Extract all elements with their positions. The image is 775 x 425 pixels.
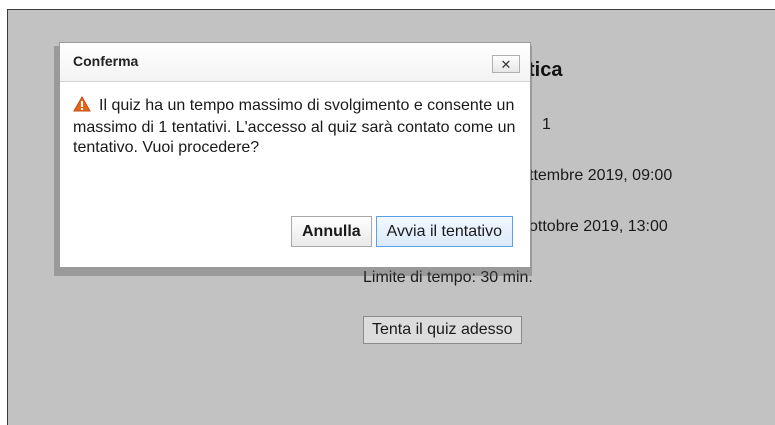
dialog-message-area: Il quiz ha un tempo massimo di svolgimen… <box>73 95 519 158</box>
confirm-dialog: Conferma ✕ Il quiz ha un tempo massimo d… <box>59 42 531 268</box>
close-button[interactable]: ✕ <box>492 55 520 73</box>
dialog-title: Conferma <box>73 53 139 69</box>
dialog-button-row: Annulla Avvia il tentativo <box>291 216 513 247</box>
quiz-title: tica <box>528 59 563 81</box>
start-attempt-button[interactable]: Avvia il tentativo <box>375 216 513 247</box>
quiz-close-date-text: ottobre 2019, 13:00 <box>529 218 668 235</box>
close-icon: ✕ <box>500 56 512 72</box>
attempts-allowed-text: 1 <box>542 116 551 133</box>
dialog-header: Conferma ✕ <box>60 43 530 82</box>
warning-icon <box>73 95 91 118</box>
attempt-quiz-button[interactable]: Tenta il quiz adesso <box>363 316 522 344</box>
dialog-message: Il quiz ha un tempo massimo di svolgimen… <box>73 97 516 156</box>
quiz-open-date-text: ttembre 2019, 09:00 <box>529 167 673 184</box>
cancel-button[interactable]: Annulla <box>291 216 372 247</box>
